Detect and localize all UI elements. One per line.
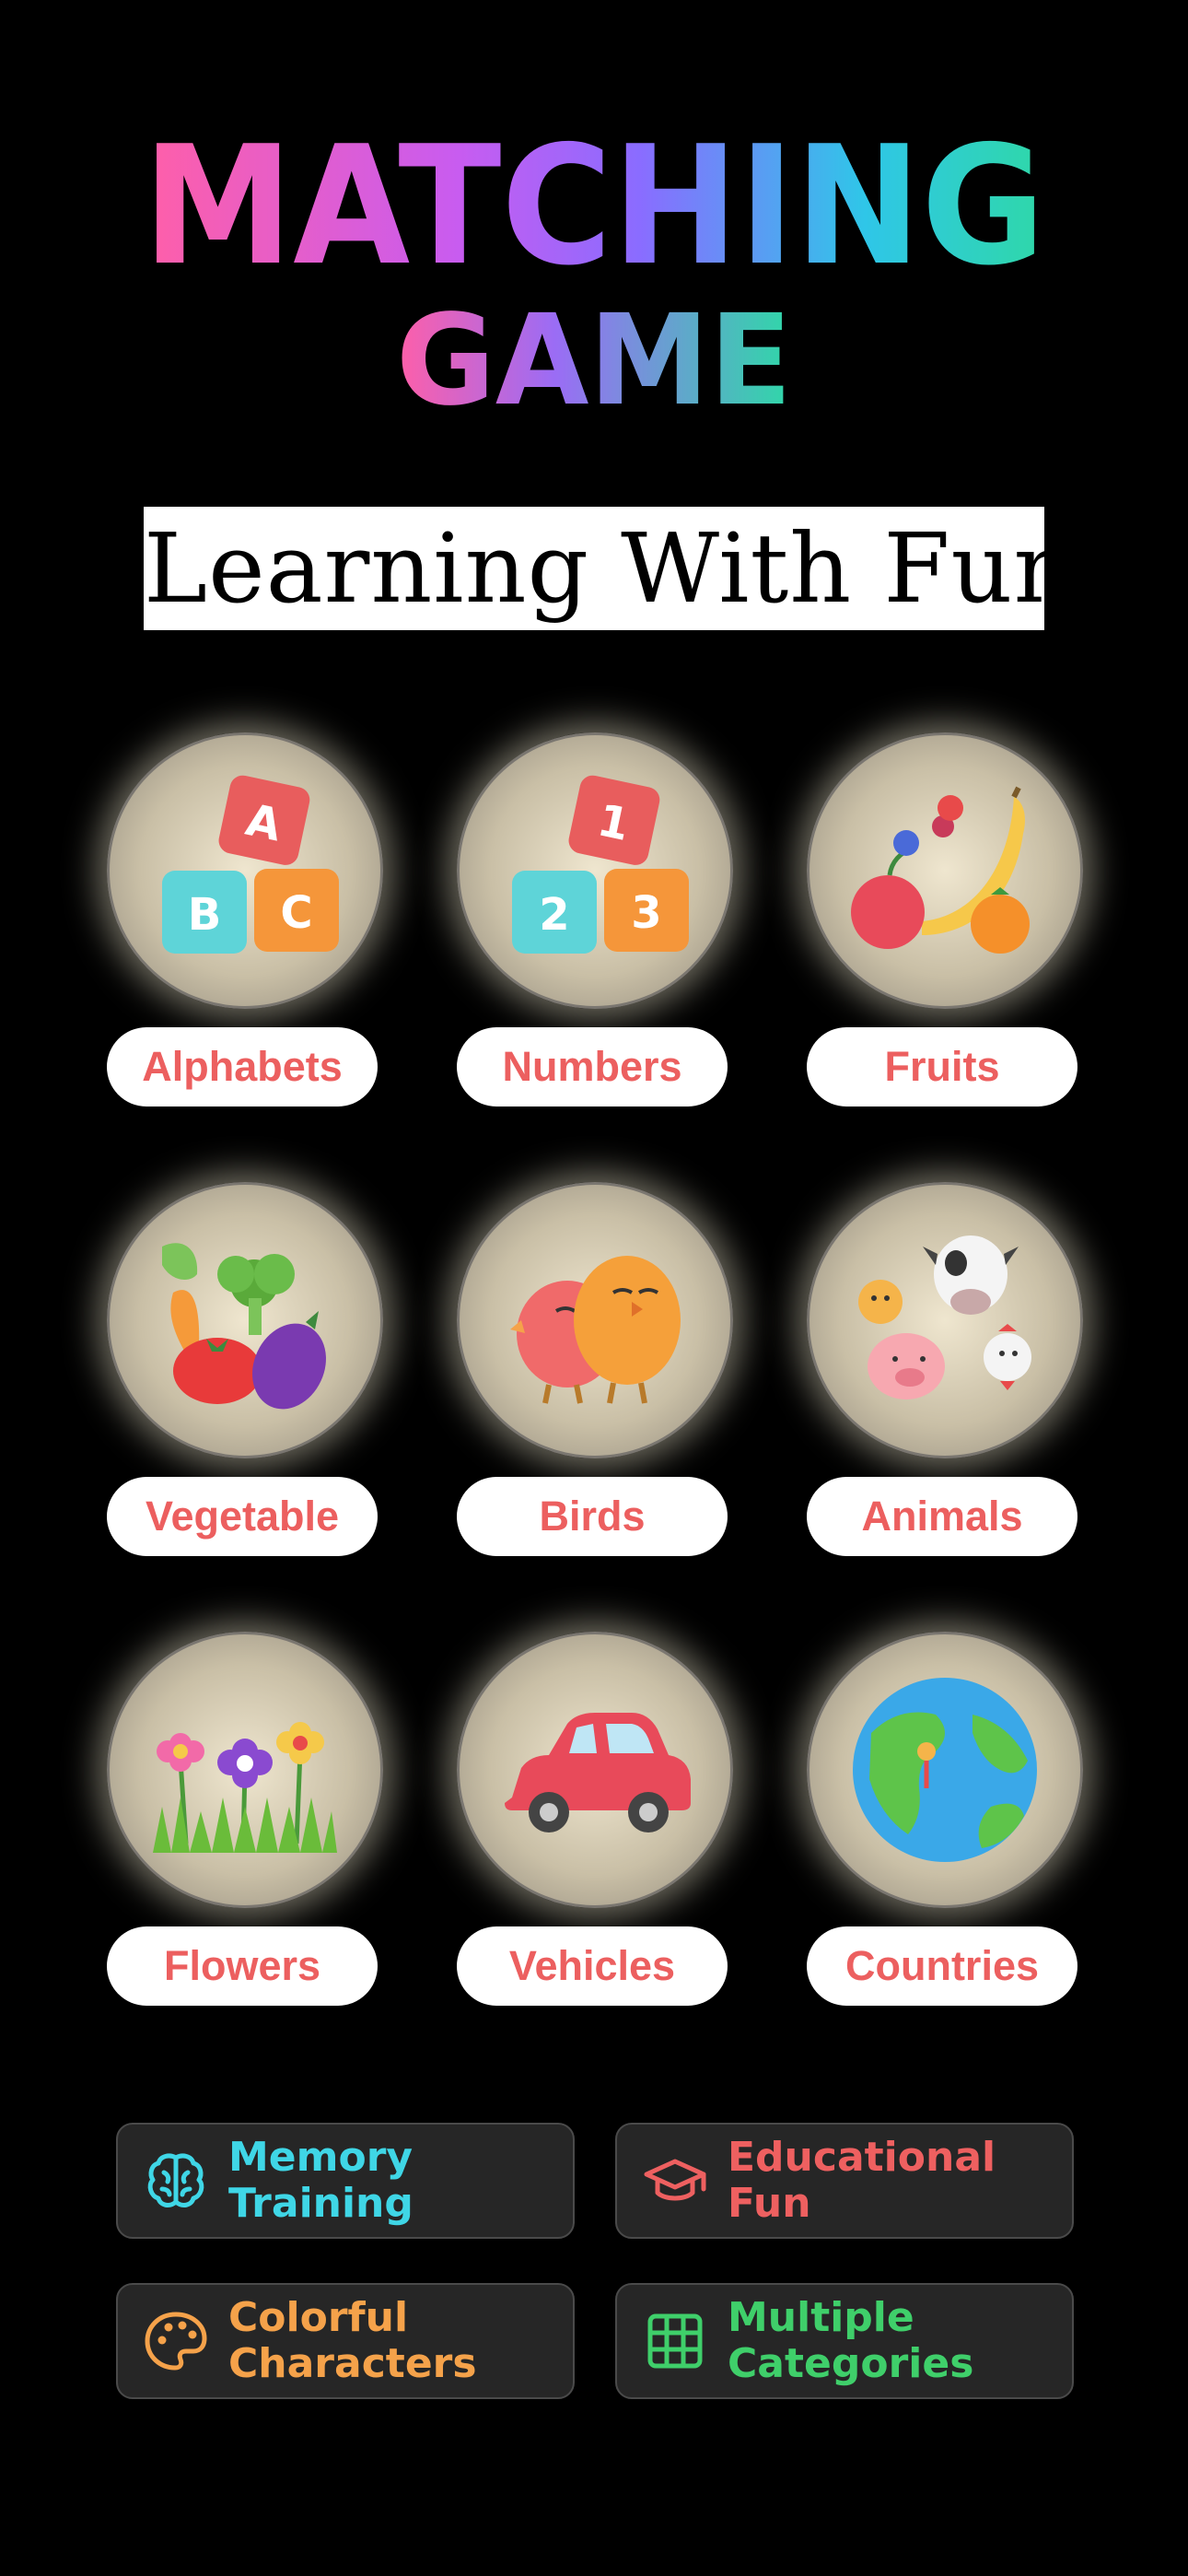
category-label[interactable]: Flowers [107,1926,378,2006]
svg-text:2: 2 [539,889,569,941]
feature-line1: Colorful [228,2294,409,2341]
globe-icon [853,1678,1037,1862]
title-area: MATCHING GAME [0,0,1188,424]
feature-multiple-categories: Multiple Categories [615,2283,1074,2399]
category-label[interactable]: Alphabets [107,1027,378,1107]
category-flowers-button[interactable] [107,1632,383,1908]
number-blocks-icon: 1 2 3 [512,775,689,954]
feature-line2: Training [228,2180,413,2227]
birds-icon [510,1256,681,1404]
alphabet-blocks-icon: A B C [162,775,339,954]
flowers-icon [153,1722,337,1853]
category-label[interactable]: Numbers [457,1027,728,1107]
category-label[interactable]: Fruits [807,1027,1077,1107]
feature-line1: Memory [228,2134,413,2181]
feature-educational-fun: Educational Fun [615,2123,1074,2239]
fruits-icon [851,786,1030,954]
feature-text: Educational Fun [728,2135,996,2227]
feature-colorful-characters: Colorful Characters [116,2283,575,2399]
feature-line1: Educational [728,2134,996,2181]
feature-line1: Multiple [728,2294,914,2341]
feature-memory-training: Memory Training [116,2123,575,2239]
category-label[interactable]: Birds [457,1477,728,1556]
category-label[interactable]: Vegetable [107,1477,378,1556]
category-label[interactable]: Countries [807,1926,1077,2006]
category-alphabets-button[interactable]: A B C [107,732,383,1009]
title-line1: MATCHING [143,111,1045,301]
tagline: Learning With Fun [144,507,1075,630]
category-numbers-button[interactable]: 1 2 3 [457,732,733,1009]
category-fruits-button[interactable] [807,732,1083,1009]
animals-icon [858,1235,1031,1399]
vegetables-icon [162,1243,326,1410]
car-icon [505,1713,691,1832]
feature-line2: Categories [728,2340,974,2387]
category-animals-button[interactable] [807,1182,1083,1458]
svg-text:B: B [188,889,222,941]
category-vegetable-button[interactable] [107,1182,383,1458]
feature-line2: Fun [728,2180,811,2227]
feature-text: Multiple Categories [728,2295,973,2387]
svg-text:C: C [280,887,312,939]
game-title: MATCHING GAME [143,111,1045,424]
svg-text:3: 3 [631,887,661,939]
category-vehicles-button[interactable] [457,1632,733,1908]
feature-text: Memory Training [228,2135,413,2227]
feature-text: Colorful Characters [228,2295,477,2387]
palette-icon [145,2312,207,2371]
brain-icon [147,2153,204,2207]
feature-line2: Characters [228,2340,477,2387]
grid-icon [647,2313,703,2369]
title-line2: GAME [396,288,792,424]
category-birds-button[interactable] [457,1182,733,1458]
category-label[interactable]: Animals [807,1477,1077,1556]
category-countries-button[interactable] [807,1632,1083,1908]
graduation-cap-icon [644,2159,706,2201]
category-label[interactable]: Vehicles [457,1926,728,2006]
